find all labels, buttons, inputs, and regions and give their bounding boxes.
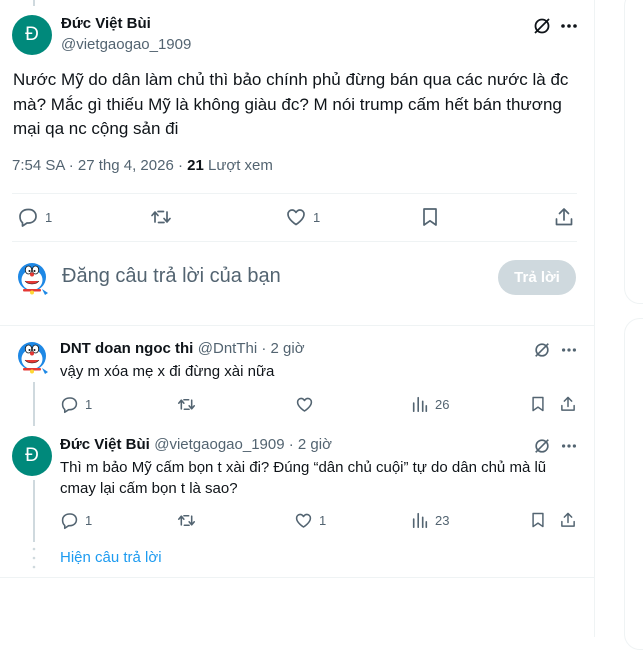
reply-avatar[interactable] [12,338,52,378]
like-icon [295,395,314,414]
share-icon [559,511,577,529]
bookmark-icon [419,206,441,228]
reply-submit-button[interactable]: Trả lời [498,260,576,295]
reply-icon [60,511,79,530]
views-label: Lượt xem [203,157,273,174]
bookmark-button[interactable] [418,206,442,228]
reply-compose-input[interactable]: Đăng câu trả lời của bạn [62,265,281,288]
retweet-icon [150,206,172,228]
post-timestamp[interactable]: 7:54 SA · 27 thg 4, 2026 · [12,157,187,174]
thread-connector [33,480,35,542]
reply-icon [17,206,39,228]
reply-button[interactable]: 1 [60,510,92,530]
divider [0,577,594,578]
reply-count: 1 [85,512,93,528]
conversation-column: Đ Đức Việt Bùi @vietgaogao_1909 Nước Mỹ … [0,0,595,637]
more-icon[interactable] [557,434,581,458]
like-count: 1 [319,512,327,528]
post-text: Nước Mỹ do dân làm chủ thì bảo chính phủ… [13,70,569,138]
retweet-icon [177,395,196,414]
like-icon [294,511,313,530]
reply-author-handle[interactable]: @DntThi · 2 giờ [198,340,305,357]
reply-text: vậy m xóa mẹ x đi đừng xài nữa [60,363,275,380]
reply-header: DNT doan ngoc thi @DntThi · 2 giờ [60,340,305,358]
views-icon [411,511,429,529]
author-name[interactable]: Đức Việt Bùi [61,15,151,32]
grok-icon[interactable] [530,14,554,38]
author-handle[interactable]: @vietgaogao_1909 [61,36,191,53]
reply-author-handle[interactable]: @vietgaogao_1909 · 2 giờ [154,436,332,453]
like-button[interactable] [294,394,314,414]
views-button[interactable]: 23 [411,510,449,530]
reply-text: Thì m bảo Mỹ cấm bọn t xài đi? Đúng “dân… [60,459,547,497]
avatar-letter: Đ [25,24,39,45]
reply-author-name[interactable]: DNT doan ngoc thi [60,340,193,357]
thread-connector [33,382,35,426]
right-sidebar [596,0,643,650]
share-button[interactable] [558,510,578,530]
like-button[interactable]: 1 [285,206,320,228]
share-icon [553,206,575,228]
user-avatar[interactable] [12,259,52,299]
reply-count: 1 [45,209,53,225]
views-count: 21 [187,157,204,174]
reply-avatar[interactable]: Đ [12,436,52,476]
avatar[interactable]: Đ [12,15,52,55]
bookmark-button[interactable] [528,394,548,414]
share-icon [559,395,577,413]
sidebar-card [624,318,643,650]
sidebar-card [624,0,643,304]
share-button[interactable] [558,394,578,414]
avatar-letter: Đ [25,445,39,466]
share-button[interactable] [552,206,576,228]
reply-header: Đức Việt Bùi @vietgaogao_1909 · 2 giờ [60,436,332,454]
grok-icon[interactable] [530,434,554,458]
views-icon [411,395,429,413]
views-count: 26 [435,396,450,412]
retweet-button[interactable] [149,206,173,228]
thread-connector [33,0,35,6]
divider [12,241,577,242]
reply-author-name[interactable]: Đức Việt Bùi [60,436,150,453]
bookmark-button[interactable] [528,510,548,530]
like-count: 1 [313,209,321,225]
like-icon [285,206,307,228]
reply-button[interactable]: 1 [60,394,92,414]
grok-icon[interactable] [530,338,554,362]
retweet-button[interactable] [176,394,196,414]
reply-button[interactable]: 1 [17,206,52,228]
more-replies-dots [32,546,36,570]
reply-icon [60,395,79,414]
post-meta: 7:54 SA · 27 thg 4, 2026 · 21 Lượt xem [12,157,273,174]
like-button[interactable]: 1 [294,510,326,530]
show-replies-link[interactable]: Hiện câu trả lời [60,549,162,566]
divider [12,193,577,194]
bookmark-icon [529,395,547,413]
divider [0,325,594,326]
views-count: 23 [435,512,450,528]
more-icon[interactable] [557,338,581,362]
views-button[interactable]: 26 [411,394,449,414]
retweet-button[interactable] [176,510,196,530]
more-icon[interactable] [557,14,581,38]
reply-count: 1 [85,396,93,412]
retweet-icon [177,511,196,530]
bookmark-icon [529,511,547,529]
